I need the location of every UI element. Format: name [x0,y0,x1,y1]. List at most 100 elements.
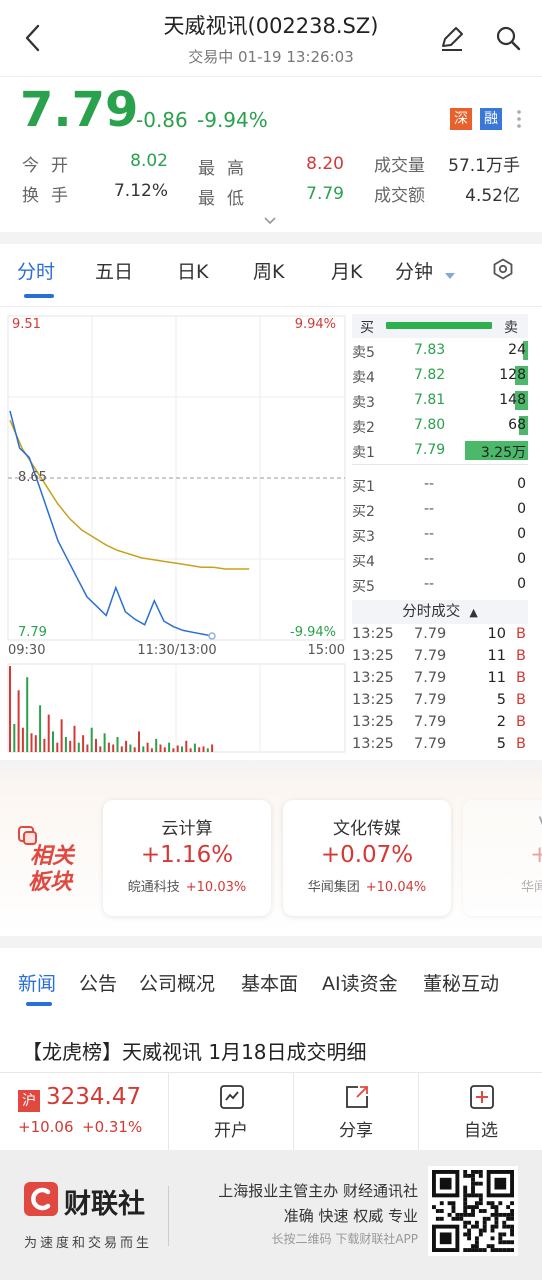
expand-chevron-icon[interactable] [262,212,278,225]
share-icon [346,1086,368,1108]
high-value: 8.20 [306,154,344,174]
tab-weekly-k[interactable]: 周K [253,257,284,284]
more-icon[interactable] [516,108,522,130]
volume-bar [150,748,153,752]
ask-row: 卖3 7.81 148 [352,388,528,413]
dropdown-triangle-icon[interactable] [444,265,456,279]
sector-card[interactable]: 文化传媒 +0.07% 华闻集团 +10.04% [283,800,451,916]
trade-side: B [516,736,526,752]
sector-leader: 华闻集团 [463,876,542,895]
tab-fundamentals[interactable]: 基本面 [241,969,298,996]
volume-bar [163,747,166,752]
volume-label: 成交量 [374,156,425,176]
volume-bar [211,744,214,752]
trade-row: 13:25 7.79 5 B [352,734,528,756]
tab-company-profile[interactable]: 公司概况 [139,969,215,996]
volume-bar [60,719,63,752]
add-icon [470,1085,494,1109]
trades-title: 分时成交 [402,604,461,620]
bid-label: 买2 [352,504,375,520]
index-value[interactable]: 3234.47 [46,1084,141,1110]
leader-name: 华闻集团 [520,880,542,895]
sort-up-icon: ▲ [469,606,478,619]
ask-row: 卖5 7.83 24 [352,338,528,363]
trade-price: 7.79 [414,692,447,708]
trades-header[interactable]: 分时成交 ▲ [352,600,528,624]
trade-qty: 10 [487,626,506,642]
volume-bar [172,748,175,752]
ask-label: 卖2 [352,420,375,436]
ask-qty: 128 [499,367,526,383]
volume-bar [159,744,162,752]
trade-time: 13:25 [352,626,394,642]
volume-bar [26,677,29,752]
share-label: 分享 [339,1121,373,1141]
turnover-value: 7.12% [113,181,168,201]
bid-label: 买4 [352,554,375,570]
sector-name: 云计算 [161,819,213,839]
tab-monthly-k[interactable]: 月K [331,257,362,284]
bid-qty: 0 [517,501,526,517]
tab-announcements[interactable]: 公告 [79,969,117,996]
bid-price: -- [424,551,435,567]
volume-bar [181,746,183,752]
buy-label: 买 [360,320,374,336]
open-account-button[interactable]: 开户 [169,1080,293,1141]
tab-five-day[interactable]: 五日 [95,257,133,284]
volume-bar [95,738,97,752]
sector-pct: +0.07% [320,842,414,868]
sector-card-partial[interactable]: VI +0 华闻集团 [463,800,542,916]
high-label: 最高 [198,159,256,179]
shenzhen-badge: 深 [450,108,472,130]
trade-qty: 11 [487,670,506,686]
volume-bar [64,737,67,752]
news-headline[interactable]: 【龙虎榜】天威视讯 1月18日成交明细 [22,1036,367,1065]
volume-bar [107,742,110,752]
tab-ai-funds[interactable]: AI读资金 [322,969,398,996]
bid-row: 买1 -- 0 [352,472,528,497]
ask-row: 卖1 7.79 3.25万 [352,438,528,463]
volume-bar [176,745,179,752]
tab-intraday[interactable]: 分时 [17,257,55,284]
margin-badge: 融 [480,108,502,130]
sector-name: 文化传媒 [333,819,401,839]
trade-time: 13:25 [352,648,394,664]
footer-line-3: 长按二维码 下载财联社APP [271,1232,419,1246]
related-sectors-section [0,786,542,936]
search-icon[interactable] [494,24,522,52]
edit-icon[interactable] [438,24,466,52]
trade-side: B [516,648,526,664]
add-watchlist-button[interactable]: 自选 [419,1080,542,1141]
bid-row: 买5 -- 0 [352,572,528,597]
bid-qty: 0 [517,551,526,567]
qr-code-image [432,1170,514,1252]
volume-bar [21,727,24,752]
volume-bar [125,740,128,752]
tab-board-secretary[interactable]: 董秘互动 [423,969,499,996]
footer-line-1: 上海报业主管主办 财经通讯社 [218,1182,418,1200]
volume-bar [34,735,37,752]
tab-daily-k[interactable]: 日K [177,257,208,284]
bid-price: -- [424,476,435,492]
volume-bar [168,742,171,752]
last-price-dot [208,632,216,640]
tab-minute[interactable]: 分钟 [395,257,433,284]
qr-code[interactable] [428,1166,518,1256]
bid-price: -- [424,526,435,542]
share-button[interactable]: 分享 [294,1080,418,1141]
sector-card[interactable]: 云计算 +1.16% 皖通科技 +10.03% [103,800,271,916]
price-change-pct: -9.94% [197,108,268,132]
volume-bar [193,743,196,752]
index-badge: 沪 [18,1090,40,1112]
related-sectors-title-2: 板块 [28,870,73,895]
amount-value: 4.52亿 [465,186,520,206]
intraday-chart: 9.51 9.94% 8.65 7.79 -9.94% 09:30 11:30/… [0,308,350,760]
volume-bar [73,725,76,752]
chart-settings-icon[interactable] [492,258,514,280]
open-label: 今开 [22,156,80,176]
ask-qty: 148 [499,392,526,408]
volume-bar [185,740,188,752]
leader-name: 华闻集团 [307,880,360,895]
footer-line-2: 准确 快速 权威 专业 [283,1207,418,1225]
tab-news[interactable]: 新闻 [18,969,56,996]
